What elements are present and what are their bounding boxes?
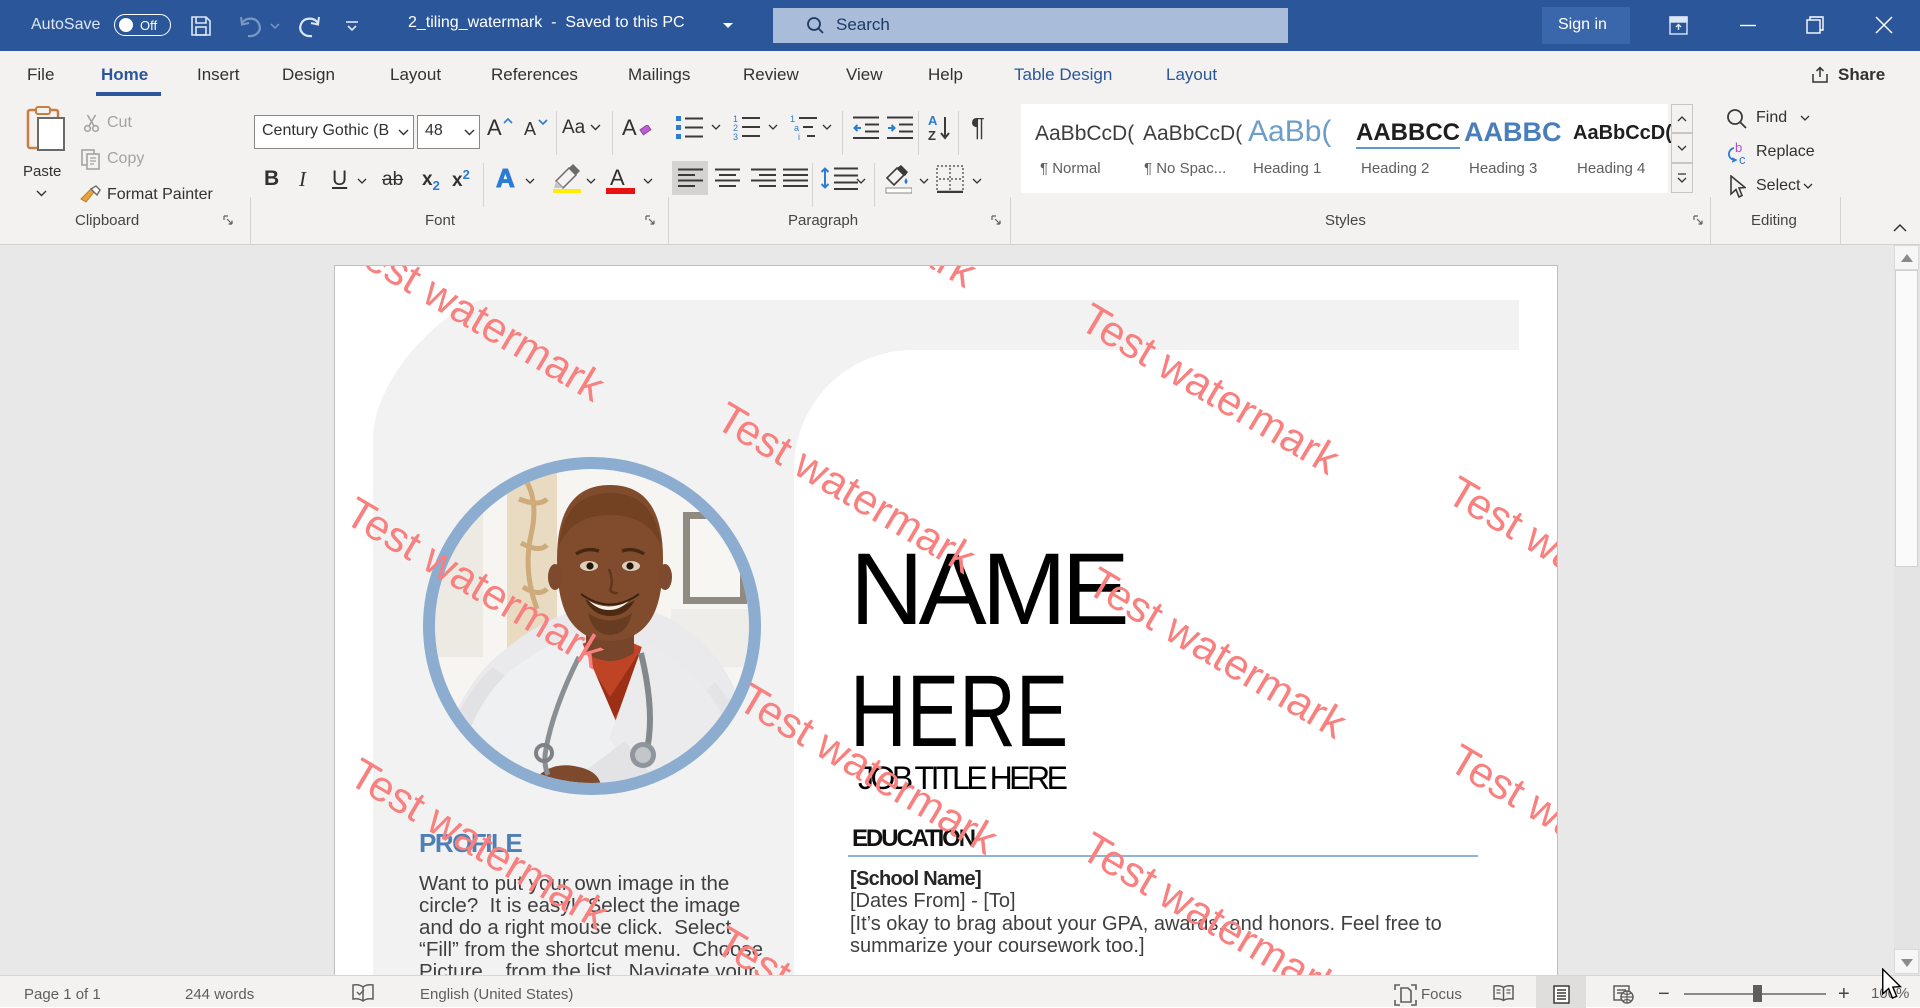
svg-text:c: c <box>1739 152 1746 166</box>
svg-text:A: A <box>928 114 938 128</box>
svg-text:i: i <box>798 132 800 140</box>
svg-text:3: 3 <box>733 132 738 140</box>
svg-text:Z: Z <box>928 128 936 142</box>
